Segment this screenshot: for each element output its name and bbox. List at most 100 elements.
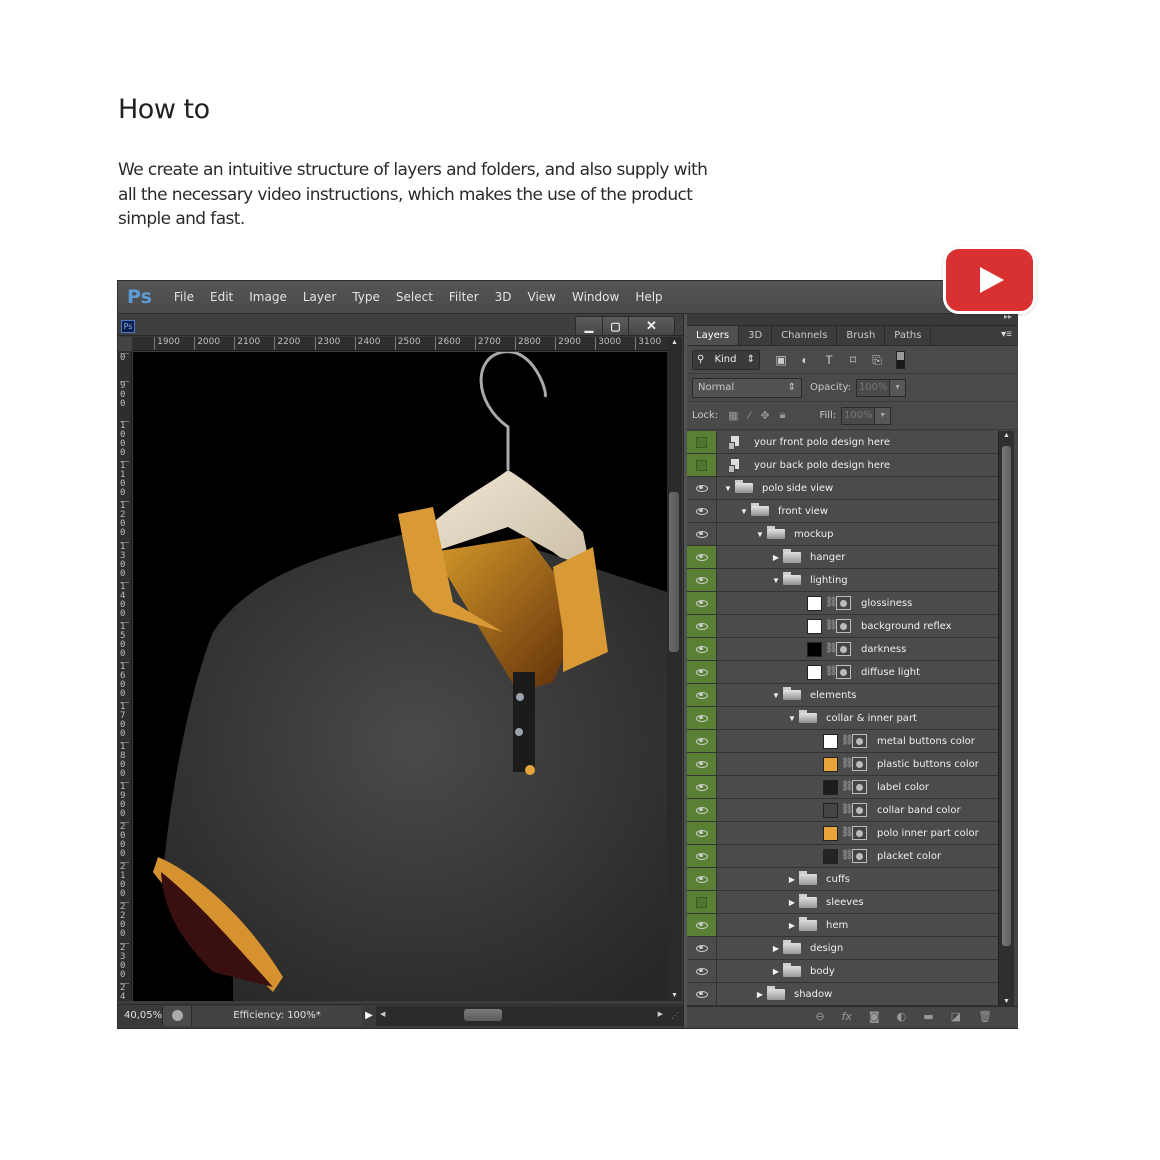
layer-row[interactable]: ▶ sleeves bbox=[687, 891, 998, 914]
link-icon[interactable]: ⛓ bbox=[841, 826, 854, 840]
expand-triangle-icon[interactable]: ▼ bbox=[771, 691, 781, 700]
add-mask-icon[interactable]: ◙ bbox=[869, 1010, 880, 1023]
visibility-toggle[interactable] bbox=[687, 661, 717, 683]
color-fill-thumbnail[interactable] bbox=[807, 641, 822, 657]
expand-triangle-icon[interactable]: ▼ bbox=[787, 714, 797, 723]
layer-mask-thumbnail[interactable] bbox=[836, 642, 851, 656]
color-fill-thumbnail[interactable] bbox=[823, 779, 838, 795]
layer-row[interactable]: your back polo design here bbox=[687, 454, 998, 477]
lock-image-icon[interactable]: ∕ bbox=[749, 410, 751, 422]
link-icon[interactable]: ⛓ bbox=[825, 596, 838, 610]
collapse-triangle-icon[interactable]: ▶ bbox=[787, 875, 797, 884]
vertical-ruler[interactable]: 0 900 1000 1100 1200 1300 1400 1500 1600 1700 1800… bbox=[118, 351, 132, 1001]
filter-adjustment-icon[interactable]: ◐ bbox=[798, 354, 812, 366]
layer-row[interactable]: ▶ cuffs bbox=[687, 868, 998, 891]
layer-row[interactable]: ⛓ metal buttons color bbox=[687, 730, 998, 753]
layer-row[interactable]: ▼ mockup bbox=[687, 523, 998, 546]
menu-edit[interactable]: Edit bbox=[210, 290, 233, 304]
expand-triangle-icon[interactable]: ▼ bbox=[739, 507, 749, 516]
scroll-down-icon[interactable]: ▼ bbox=[1003, 998, 1010, 1005]
collapse-triangle-icon[interactable]: ▶ bbox=[771, 944, 781, 953]
visibility-toggle[interactable] bbox=[687, 753, 717, 775]
visibility-toggle[interactable] bbox=[687, 776, 717, 798]
horizontal-scroll-thumb[interactable] bbox=[464, 1008, 502, 1021]
menu-view[interactable]: View bbox=[528, 290, 556, 304]
layer-row[interactable]: ▼ elements bbox=[687, 684, 998, 707]
horizontal-scrollbar[interactable]: ◀ ▶ ⋰ bbox=[376, 1005, 683, 1026]
fx-icon[interactable]: fx bbox=[842, 1010, 852, 1023]
layer-row[interactable]: ⛓ darkness bbox=[687, 638, 998, 661]
visibility-toggle[interactable] bbox=[687, 523, 717, 545]
delete-icon[interactable]: 🗑︎ bbox=[978, 1010, 992, 1023]
expand-triangle-icon[interactable]: ▼ bbox=[723, 484, 733, 493]
color-fill-thumbnail[interactable] bbox=[823, 733, 838, 749]
visibility-toggle[interactable] bbox=[687, 500, 717, 522]
scroll-up-icon[interactable]: ▲ bbox=[1003, 432, 1010, 439]
menu-file[interactable]: File bbox=[174, 290, 194, 304]
resize-grip-icon[interactable]: ⋰ bbox=[671, 1011, 679, 1020]
panel-menu-icon[interactable]: ▾≡ bbox=[1001, 329, 1012, 340]
vertical-scrollbar[interactable]: ▲ ▼ bbox=[667, 337, 682, 1001]
layer-mask-thumbnail[interactable] bbox=[852, 757, 867, 771]
layers-scrollbar[interactable]: ▲ ▼ bbox=[998, 431, 1014, 1006]
collapse-triangle-icon[interactable]: ▶ bbox=[771, 967, 781, 976]
link-icon[interactable]: ⛓ bbox=[841, 803, 854, 817]
visibility-toggle[interactable] bbox=[687, 937, 717, 959]
layer-row[interactable]: ⛓ placket color bbox=[687, 845, 998, 868]
layer-row[interactable]: ⛓ glossiness bbox=[687, 592, 998, 615]
youtube-video-button[interactable] bbox=[943, 246, 1036, 314]
link-icon[interactable]: ⛓ bbox=[825, 665, 838, 679]
visibility-toggle[interactable] bbox=[687, 891, 717, 913]
link-icon[interactable]: ⛓ bbox=[841, 780, 854, 794]
visibility-toggle[interactable] bbox=[687, 868, 717, 890]
layer-row[interactable]: ▶ hanger bbox=[687, 546, 998, 569]
color-fill-thumbnail[interactable] bbox=[823, 848, 838, 864]
layer-row[interactable]: ▶ shadow bbox=[687, 983, 998, 1006]
visibility-toggle[interactable] bbox=[687, 454, 717, 476]
scroll-right-icon[interactable]: ▶ bbox=[658, 1010, 663, 1018]
layer-mask-thumbnail[interactable] bbox=[852, 734, 867, 748]
tab-channels[interactable]: Channels bbox=[772, 326, 838, 345]
visibility-toggle[interactable] bbox=[687, 592, 717, 614]
scroll-left-icon[interactable]: ◀ bbox=[380, 1010, 385, 1018]
link-layers-icon[interactable]: ⊖ bbox=[815, 1010, 824, 1023]
menu-window[interactable]: Window bbox=[572, 290, 619, 304]
layer-row[interactable]: ▼ front view bbox=[687, 500, 998, 523]
color-fill-thumbnail[interactable] bbox=[807, 664, 822, 680]
status-menu-arrow-icon[interactable]: ▶ bbox=[362, 1010, 376, 1021]
link-icon[interactable]: ⛓ bbox=[841, 849, 854, 863]
visibility-toggle[interactable] bbox=[687, 569, 717, 591]
layer-row[interactable]: ▶ hem bbox=[687, 914, 998, 937]
visibility-toggle[interactable] bbox=[687, 615, 717, 637]
layer-mask-thumbnail[interactable] bbox=[836, 619, 851, 633]
layer-row[interactable]: ▼ lighting bbox=[687, 569, 998, 592]
visibility-toggle[interactable] bbox=[687, 546, 717, 568]
menu-filter[interactable]: Filter bbox=[449, 290, 479, 304]
visibility-toggle[interactable] bbox=[687, 983, 717, 1005]
visibility-toggle[interactable] bbox=[687, 638, 717, 660]
blend-mode-select[interactable]: Normal ⇕ bbox=[692, 377, 802, 398]
zoom-level[interactable]: 40,05% bbox=[118, 1010, 162, 1021]
collapse-triangle-icon[interactable]: ▶ bbox=[787, 921, 797, 930]
filter-kind-select[interactable]: ⚲ Kind ⇕ bbox=[692, 349, 760, 370]
menu-select[interactable]: Select bbox=[396, 290, 433, 304]
layer-row[interactable]: ⛓ polo inner part color bbox=[687, 822, 998, 845]
layer-mask-thumbnail[interactable] bbox=[836, 596, 851, 610]
visibility-toggle[interactable] bbox=[687, 477, 717, 499]
collapse-triangle-icon[interactable]: ▶ bbox=[771, 553, 781, 562]
menu-help[interactable]: Help bbox=[635, 290, 662, 304]
collapse-triangle-icon[interactable]: ▶ bbox=[787, 898, 797, 907]
visibility-toggle[interactable] bbox=[687, 730, 717, 752]
vertical-scroll-thumb[interactable] bbox=[669, 492, 679, 652]
layer-row[interactable]: ▼ polo side view bbox=[687, 477, 998, 500]
layer-row[interactable]: ⛓ collar band color bbox=[687, 799, 998, 822]
layer-mask-thumbnail[interactable] bbox=[852, 826, 867, 840]
layers-scroll-thumb[interactable] bbox=[1002, 446, 1011, 946]
fill-input[interactable]: 100% bbox=[841, 406, 876, 425]
link-icon[interactable]: ⛓ bbox=[841, 757, 854, 771]
visibility-toggle[interactable] bbox=[687, 822, 717, 844]
visibility-toggle[interactable] bbox=[687, 431, 717, 453]
filter-toggle-switch[interactable] bbox=[896, 350, 905, 369]
minimize-button[interactable]: ▁ bbox=[576, 317, 602, 335]
filter-pixel-icon[interactable]: ▣ bbox=[774, 354, 788, 366]
